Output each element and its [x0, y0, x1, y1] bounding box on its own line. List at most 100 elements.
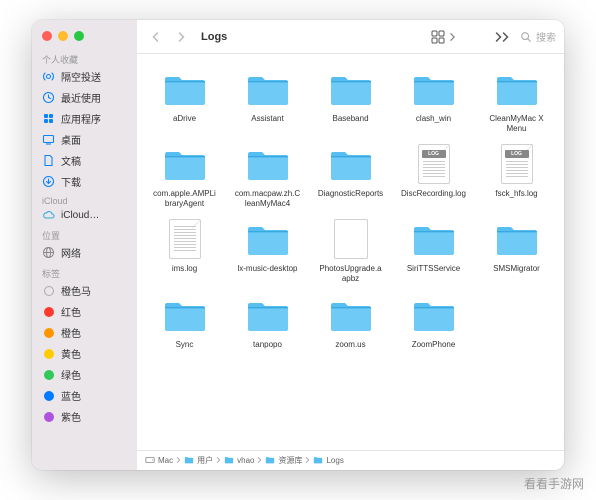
watermark-text: 看看手游网 — [524, 475, 584, 492]
file-name-label: PhotosUpgrade.aapbz — [316, 262, 386, 285]
sidebar-item[interactable]: 黄色 — [32, 343, 137, 364]
sidebar-item-label: 网络 — [61, 245, 81, 260]
close-button[interactable] — [42, 31, 52, 41]
file-item[interactable]: tanpopo — [226, 290, 309, 360]
view-mode-icon-grid[interactable] — [427, 30, 460, 44]
main-pane: Logs 搜索 aDrive Assistant Baseband clash_win… — [137, 20, 564, 470]
sidebar-item[interactable]: 紫色 — [32, 406, 137, 427]
folder-icon — [224, 455, 234, 467]
sidebar-item[interactable]: 绿色 — [32, 364, 137, 385]
sidebar-item[interactable]: 隔空投送 — [32, 66, 137, 87]
sidebar-item[interactable]: 最近使用 — [32, 87, 137, 108]
path-segment[interactable]: 用户 — [184, 455, 213, 467]
finder-window: 个人收藏隔空投送最近使用应用程序桌面文稿下载iCloudiCloud…位置网络标… — [32, 20, 564, 470]
tag-icon — [42, 389, 55, 402]
file-name-label: SiriTTSService — [405, 262, 462, 282]
file-grid-area[interactable]: aDrive Assistant Baseband clash_win CleanMyM… — [137, 54, 564, 450]
sidebar-item-label: 红色 — [61, 304, 81, 319]
window-controls — [32, 20, 137, 49]
file-item[interactable]: Sync — [143, 290, 226, 360]
file-item[interactable]: SMSMigrator — [475, 214, 558, 287]
file-name-label: ims.log — [170, 262, 199, 282]
chevron-right-icon — [216, 456, 221, 466]
tag-icon — [42, 284, 55, 297]
sidebar-item-label: 桌面 — [61, 132, 81, 147]
sidebar: 个人收藏隔空投送最近使用应用程序桌面文稿下载iCloudiCloud…位置网络标… — [32, 20, 137, 470]
sidebar-item[interactable]: iCloud… — [32, 206, 137, 225]
clock-icon — [42, 91, 55, 104]
folder-icon — [490, 66, 544, 112]
back-button[interactable] — [145, 27, 165, 47]
doc-icon — [42, 154, 55, 167]
toolbar: Logs 搜索 — [137, 20, 564, 54]
file-item[interactable]: CleanMyMac X Menu — [475, 64, 558, 137]
file-name-label: clash_win — [414, 112, 453, 132]
file-item[interactable]: ZoomPhone — [392, 290, 475, 360]
path-segment[interactable]: Mac — [145, 455, 173, 467]
path-segment[interactable]: 资源库 — [265, 455, 302, 467]
file-item[interactable]: PhotosUpgrade.aapbz — [309, 214, 392, 287]
zoom-button[interactable] — [74, 31, 84, 41]
folder-icon — [184, 455, 194, 467]
file-name-label: lx-music-desktop — [235, 262, 299, 282]
more-actions-button[interactable] — [490, 31, 514, 43]
tag-icon — [42, 326, 55, 339]
sidebar-item-label: 橙色马 — [61, 283, 91, 298]
sidebar-item[interactable]: 文稿 — [32, 150, 137, 171]
window-title: Logs — [201, 31, 227, 43]
file-name-label: SMSMigrator — [491, 262, 542, 282]
file-item[interactable]: SiriTTSService — [392, 214, 475, 287]
download-icon — [42, 175, 55, 188]
sidebar-item[interactable]: 网络 — [32, 242, 137, 263]
file-name-label: CleanMyMac X Menu — [482, 112, 552, 135]
sidebar-item[interactable]: 橙色马 — [32, 280, 137, 301]
file-name-label: DiscRecording.log — [399, 187, 468, 207]
minimize-button[interactable] — [58, 31, 68, 41]
tag-icon — [42, 410, 55, 423]
folder-icon — [407, 66, 461, 112]
sidebar-item-label: 隔空投送 — [61, 69, 101, 84]
folder-icon — [265, 455, 275, 467]
file-name-label: aDrive — [171, 112, 198, 132]
chevron-right-icon — [305, 456, 310, 466]
sidebar-item[interactable]: 橙色 — [32, 322, 137, 343]
file-item[interactable]: LOGDiscRecording.log — [392, 139, 475, 212]
path-bar[interactable]: Mac 用户 vhao 资源库 Logs — [137, 450, 564, 470]
file-item[interactable]: Baseband — [309, 64, 392, 137]
chevron-right-icon — [176, 456, 181, 466]
sidebar-section-header: 标签 — [32, 263, 137, 280]
file-item[interactable]: aDrive — [143, 64, 226, 137]
sidebar-item[interactable]: 蓝色 — [32, 385, 137, 406]
file-item[interactable]: lx-music-desktop — [226, 214, 309, 287]
path-segment[interactable]: Logs — [313, 455, 343, 467]
file-item[interactable]: DiagnosticReports — [309, 139, 392, 212]
file-item[interactable]: ims.log — [143, 214, 226, 287]
globe-icon — [42, 246, 55, 259]
sidebar-item[interactable]: 下载 — [32, 171, 137, 192]
file-item[interactable]: Assistant — [226, 64, 309, 137]
sidebar-item[interactable]: 应用程序 — [32, 108, 137, 129]
file-item[interactable]: LOGfsck_hfs.log — [475, 139, 558, 212]
sidebar-item[interactable]: 桌面 — [32, 129, 137, 150]
package-file-icon — [324, 216, 378, 262]
sidebar-item-label: 绿色 — [61, 367, 81, 382]
sidebar-item-label: 黄色 — [61, 346, 81, 361]
file-item[interactable]: com.macpaw.zh.CleanMyMac4 — [226, 139, 309, 212]
sidebar-item[interactable]: 红色 — [32, 301, 137, 322]
search-placeholder: 搜索 — [536, 29, 556, 44]
file-name-label: Baseband — [330, 112, 370, 132]
folder-icon — [490, 216, 544, 262]
file-item[interactable]: com.apple.AMPLibraryAgent — [143, 139, 226, 212]
log-file-icon: LOG — [490, 141, 544, 187]
file-item[interactable]: clash_win — [392, 64, 475, 137]
search-field[interactable]: 搜索 — [520, 29, 556, 44]
sidebar-section-header: iCloud — [32, 192, 137, 206]
sidebar-item-label: iCloud… — [61, 210, 99, 221]
sidebar-item-label: 下载 — [61, 174, 81, 189]
folder-icon — [241, 216, 295, 262]
tag-icon — [42, 347, 55, 360]
path-segment[interactable]: vhao — [224, 455, 254, 467]
forward-button[interactable] — [171, 27, 191, 47]
folder-icon — [158, 141, 212, 187]
file-item[interactable]: zoom.us — [309, 290, 392, 360]
